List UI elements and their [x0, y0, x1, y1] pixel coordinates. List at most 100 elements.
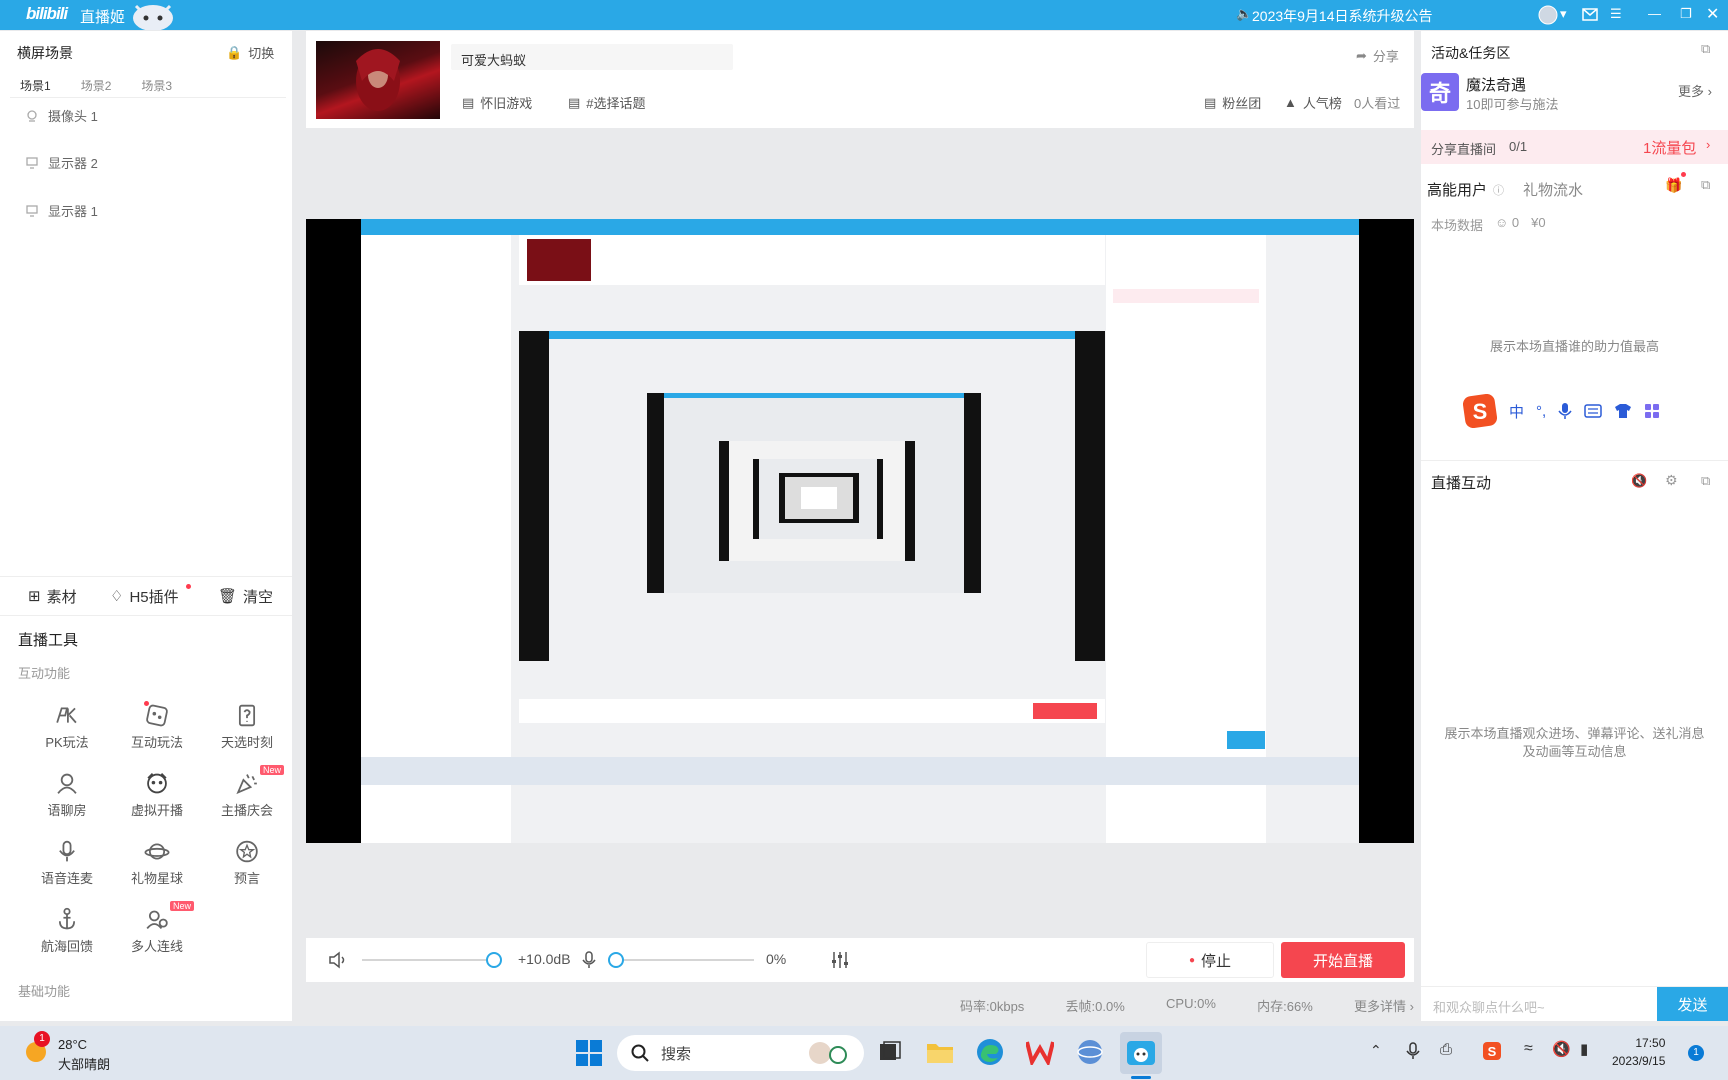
chat-input[interactable]: 和观众聊点什么吧~: [1421, 987, 1656, 1021]
magic-activity-card[interactable]: 奇 魔法奇遇 10即可参与施法 更多 ›: [1421, 73, 1728, 150]
share-task-bar[interactable]: 分享直播间 0/1 1流量包 ›: [1421, 130, 1728, 164]
chevron-down-icon[interactable]: ▾: [1560, 6, 1567, 22]
material-button[interactable]: ⊞ 素材: [28, 586, 77, 607]
microphone-icon[interactable]: [1406, 1042, 1420, 1060]
live-preview[interactable]: [306, 219, 1414, 843]
trash-icon: 🗑: [218, 588, 238, 605]
weather-widget[interactable]: 1 28°C 大部晴朗: [22, 1031, 110, 1072]
source-camera-1[interactable]: 摄像头 1: [26, 106, 98, 125]
tool-item[interactable]: 互动玩法: [112, 701, 202, 751]
ime-apps-icon[interactable]: [1644, 403, 1660, 419]
edge-browser-icon[interactable]: [976, 1038, 1004, 1066]
tool-item[interactable]: 航海回馈: [22, 907, 112, 955]
stop-button[interactable]: ● 停止: [1146, 942, 1274, 978]
tool-label: 语音连麦: [40, 871, 93, 886]
app-globe-icon[interactable]: [1076, 1038, 1104, 1066]
windows-start-icon[interactable]: [576, 1040, 602, 1066]
source-monitor-2[interactable]: 显示器 2: [26, 153, 98, 172]
clear-button[interactable]: 🗑 清空: [218, 586, 273, 607]
wifi-icon[interactable]: ≈: [1524, 1040, 1533, 1058]
speaker-icon[interactable]: [328, 951, 348, 969]
preview-screen: [361, 219, 1359, 843]
gift-flow-tab[interactable]: 礼物流水: [1523, 179, 1583, 200]
memory-usage: 内存:66%: [1257, 999, 1313, 1014]
source-label: 显示器 1: [48, 204, 98, 219]
help-icon[interactable]: ⓘ: [1493, 182, 1504, 198]
ime-toolbar[interactable]: S 中 °,: [1463, 394, 1660, 428]
more-details-link[interactable]: 更多详情 ›: [1354, 996, 1414, 1015]
tool-item[interactable]: 主播庆会 New: [202, 765, 292, 819]
tool-item[interactable]: 语聊房: [22, 771, 112, 819]
tool-item[interactable]: 语音连麦: [22, 839, 112, 887]
mute-icon[interactable]: 🔇: [1631, 473, 1647, 489]
announcement-link[interactable]: 2023年9月14日系统升级公告: [1252, 6, 1433, 26]
tool-item[interactable]: 天选时刻: [202, 703, 292, 751]
tab-scene-2[interactable]: 场景2: [81, 77, 112, 94]
bilibili-live-app-icon[interactable]: [1126, 1038, 1156, 1068]
input-method-icon[interactable]: ⎙: [1440, 1041, 1452, 1058]
start-live-button[interactable]: 开始直播: [1281, 942, 1405, 978]
volume-muted-icon[interactable]: 🔇: [1552, 1040, 1571, 1058]
h5-plugin-button[interactable]: ♢ H5插件: [110, 583, 191, 607]
tab-scene-1[interactable]: 场景1: [20, 77, 51, 94]
plugin-icon: ♢: [110, 588, 124, 605]
room-title-input[interactable]: 可爱大蚂蚁: [451, 44, 733, 70]
high-energy-tab[interactable]: 高能用户 ⓘ: [1427, 179, 1504, 200]
popularity-button[interactable]: ▲ 人气榜: [1284, 93, 1342, 112]
tool-item[interactable]: 预言: [202, 839, 292, 887]
minimize-icon[interactable]: —: [1648, 6, 1661, 21]
svg-text:S: S: [1473, 399, 1488, 424]
topic-tag[interactable]: ▤ #选择话题: [568, 93, 646, 112]
tool-label: 预言: [233, 871, 260, 886]
battery-icon[interactable]: ▮: [1580, 1040, 1588, 1058]
fans-label: 粉丝团: [1222, 96, 1262, 111]
menu-icon[interactable]: ☰: [1610, 6, 1622, 22]
avatar[interactable]: [1538, 5, 1558, 25]
tool-item[interactable]: 礼物星球: [112, 839, 202, 887]
more-link[interactable]: 更多 ›: [1678, 81, 1712, 100]
mic-slider-knob[interactable]: [608, 952, 624, 968]
monitor-icon: [26, 156, 38, 169]
interact-title: 直播互动: [1431, 475, 1492, 492]
switch-button[interactable]: 🔒 切换: [226, 43, 274, 62]
send-button[interactable]: 发送: [1657, 987, 1728, 1021]
volume-slider-knob[interactable]: [485, 952, 502, 968]
tool-item[interactable]: 多人连线 New: [112, 901, 202, 955]
mixer-icon[interactable]: [830, 950, 850, 970]
notification-badge[interactable]: 1: [1688, 1045, 1704, 1061]
popout-icon[interactable]: ⧉: [1701, 177, 1710, 193]
microphone-icon[interactable]: [582, 951, 596, 969]
ime-mic-icon[interactable]: [1558, 402, 1572, 420]
tool-item[interactable]: 虚拟开播: [112, 771, 202, 819]
chevron-up-icon[interactable]: ⌃: [1370, 1042, 1382, 1059]
tool-item[interactable]: PK玩法: [22, 703, 112, 751]
ime-keyboard-icon[interactable]: [1584, 404, 1602, 418]
close-icon[interactable]: ✕: [1706, 4, 1719, 24]
file-explorer-icon[interactable]: [926, 1040, 954, 1064]
popout-icon[interactable]: ⧉: [1701, 41, 1710, 57]
ime-punctuation[interactable]: °,: [1536, 403, 1546, 420]
system-clock[interactable]: 17:50 2023/9/15: [1612, 1034, 1665, 1070]
category-tag[interactable]: ▤ 怀旧游戏: [462, 93, 532, 112]
h5-label: H5插件: [129, 588, 179, 606]
tab-scene-3[interactable]: 场景3: [141, 77, 172, 94]
wps-icon[interactable]: [1026, 1039, 1054, 1065]
share-button[interactable]: ➦ 分享: [1356, 46, 1399, 65]
sogou-tray-icon[interactable]: S: [1482, 1041, 1502, 1061]
maximize-icon[interactable]: ❐: [1680, 6, 1692, 22]
room-cover[interactable]: [316, 41, 440, 119]
taskbar-search[interactable]: 搜索: [617, 1035, 864, 1071]
mail-icon[interactable]: [1582, 8, 1598, 21]
mic-slider-track[interactable]: [616, 959, 754, 961]
gear-icon[interactable]: ⚙: [1665, 472, 1678, 489]
sogou-ime-icon[interactable]: S: [1463, 394, 1497, 428]
gift-icon[interactable]: 🎁: [1665, 177, 1682, 194]
fans-club-button[interactable]: ▤ 粉丝团: [1204, 93, 1261, 112]
ime-chinese-mode[interactable]: 中: [1509, 401, 1524, 422]
source-label: 显示器 2: [48, 156, 98, 171]
ime-skin-icon[interactable]: [1614, 403, 1632, 419]
volume-slider-track[interactable]: [362, 959, 500, 961]
task-view-icon[interactable]: [878, 1040, 902, 1064]
popout-icon[interactable]: ⧉: [1701, 473, 1710, 489]
source-monitor-1[interactable]: 显示器 1: [26, 201, 98, 220]
